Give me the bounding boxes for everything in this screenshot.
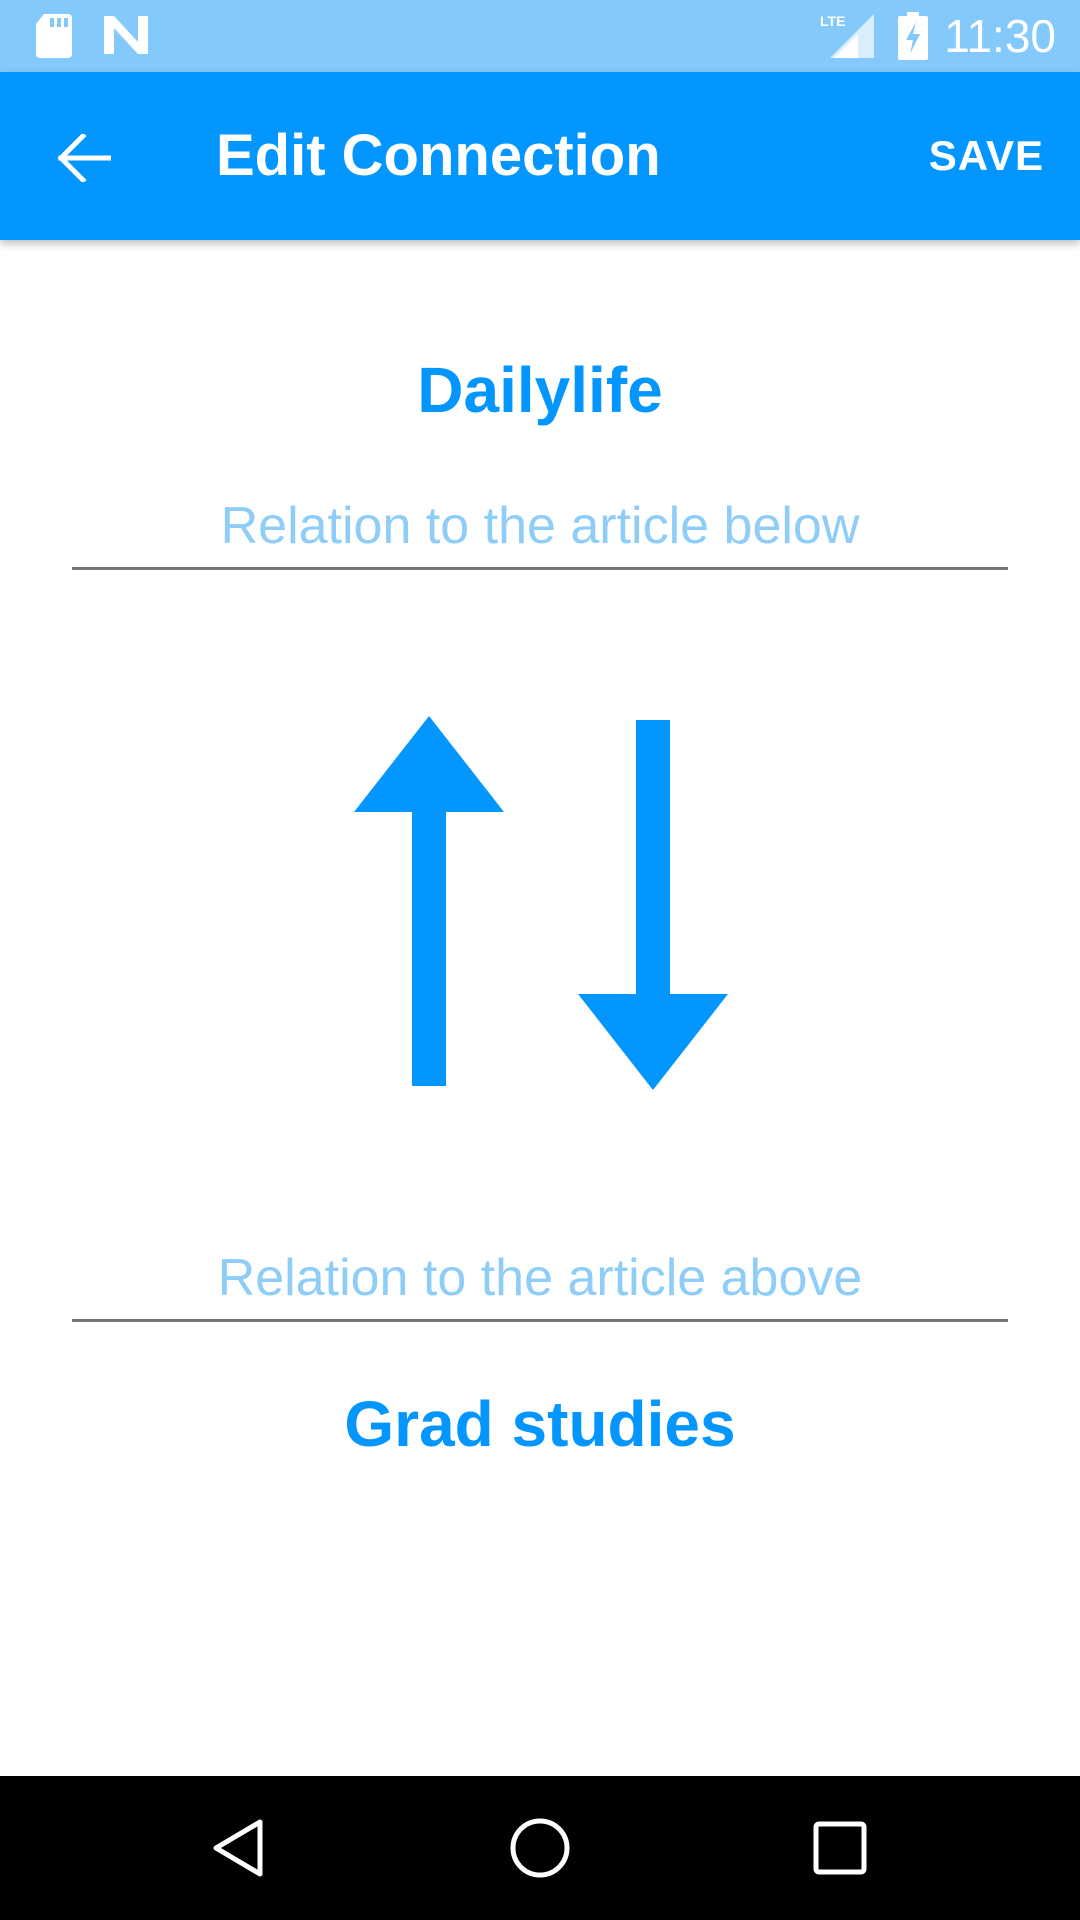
bottom-article-title: Grad studies	[344, 1388, 736, 1460]
arrow-up-icon	[354, 716, 504, 1086]
back-triangle-icon	[213, 1819, 263, 1877]
page-title: Edit Connection	[216, 123, 661, 188]
relation-above-input[interactable]	[72, 1236, 1008, 1322]
edit-connection-screen: LTE 11:30 Edit Connection SAVE Dailylife	[0, 0, 1080, 1920]
arrow-down-icon	[578, 720, 728, 1090]
nav-recents-button[interactable]	[790, 1798, 890, 1898]
top-article-title: Dailylife	[417, 354, 663, 426]
battery-charging-icon	[898, 12, 928, 65]
status-bar: LTE 11:30	[0, 0, 1080, 72]
svg-text:LTE: LTE	[820, 13, 845, 29]
status-time: 11:30	[944, 10, 1056, 62]
nav-home-button[interactable]	[490, 1798, 590, 1898]
back-button[interactable]	[40, 114, 128, 202]
nav-back-button[interactable]	[190, 1798, 290, 1898]
app-bar: Edit Connection SAVE	[0, 72, 1080, 240]
arrow-back-icon	[57, 134, 111, 182]
relation-below-input[interactable]	[72, 484, 1008, 570]
sd-card-icon	[36, 14, 72, 63]
home-circle-icon	[510, 1818, 570, 1878]
navigation-bar	[0, 1776, 1080, 1920]
n-logo-icon	[104, 16, 148, 59]
save-button[interactable]: SAVE	[929, 128, 1044, 184]
recents-square-icon	[813, 1821, 867, 1875]
lte-signal-icon: LTE	[818, 12, 874, 65]
